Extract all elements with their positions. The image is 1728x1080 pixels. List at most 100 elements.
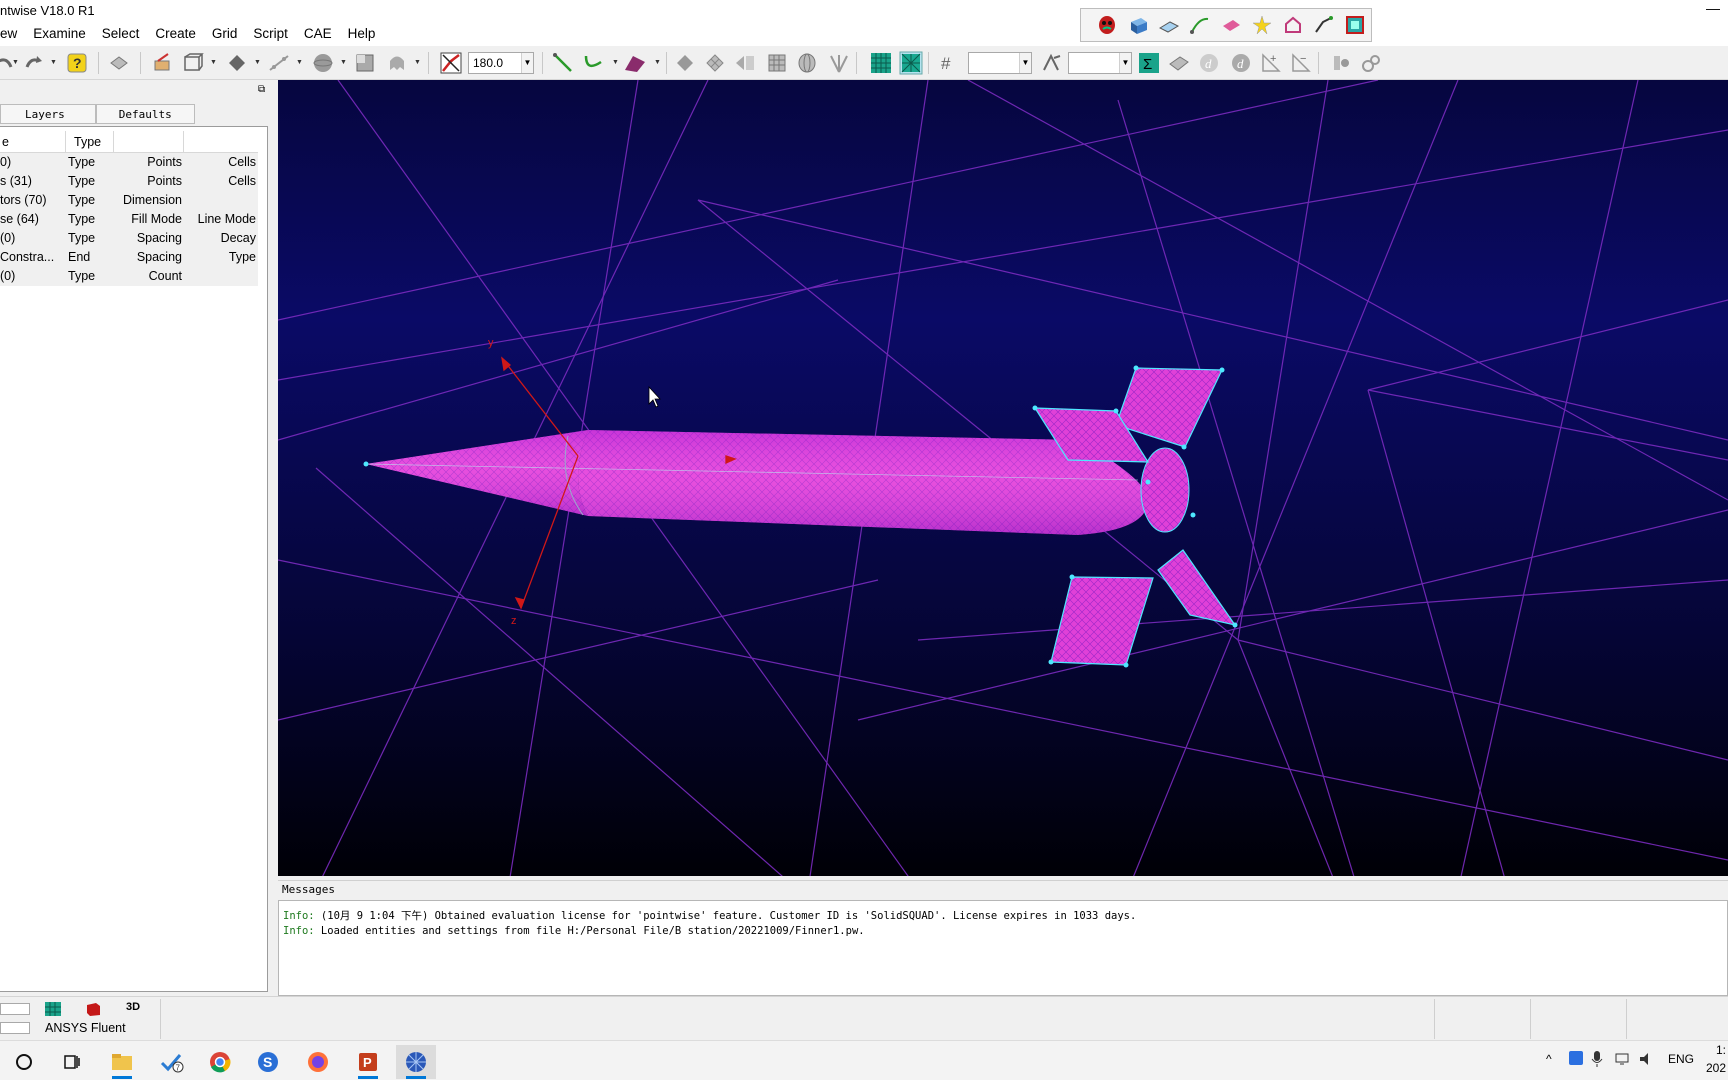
probe-icon[interactable]: [1328, 50, 1354, 76]
spacing-combo[interactable]: ▼: [1068, 52, 1132, 74]
angle-combo[interactable]: 180.0 ▼: [468, 52, 534, 74]
column-4-header[interactable]: [184, 131, 258, 153]
dimension-3d-label[interactable]: 3D: [126, 1001, 144, 1017]
menu-examine[interactable]: Examine: [25, 22, 94, 46]
sphere-dropdown-icon[interactable]: ▼: [340, 59, 347, 66]
network-icon[interactable]: [1614, 1051, 1630, 1070]
volume-icon[interactable]: [1638, 1051, 1654, 1070]
menu-create[interactable]: Create: [147, 22, 204, 46]
clock-date[interactable]: 202: [1706, 1061, 1726, 1075]
help-icon[interactable]: ?: [64, 50, 90, 76]
restore-panel-icon[interactable]: ⧉: [258, 84, 270, 96]
start-search-icon[interactable]: [4, 1045, 44, 1079]
spacing-icon[interactable]: [1038, 50, 1064, 76]
menu-cae[interactable]: CAE: [296, 22, 340, 46]
sogou-icon[interactable]: S: [248, 1045, 288, 1079]
italic-d-alt-icon[interactable]: d: [1228, 50, 1254, 76]
database-icon[interactable]: [1217, 12, 1244, 38]
cylinder-icon[interactable]: [794, 50, 820, 76]
tab-layers[interactable]: Layers: [0, 104, 96, 124]
add-point-icon[interactable]: +: [1258, 50, 1284, 76]
menu-help[interactable]: Help: [340, 22, 384, 46]
list-row-connectors[interactable]: tors (70) Type Dimension: [0, 191, 258, 210]
powerpoint-icon[interactable]: P: [348, 1045, 388, 1079]
list-row-domains[interactable]: s (31) Type Points Cells: [0, 172, 258, 191]
pointwise-taskbar-icon[interactable]: [396, 1045, 436, 1079]
block-grid-icon[interactable]: [764, 50, 790, 76]
rotate-view-icon[interactable]: [438, 50, 464, 76]
list-row-points[interactable]: (0) Type Count: [0, 267, 258, 286]
task-view-icon[interactable]: [52, 1045, 92, 1079]
firefox-icon[interactable]: [298, 1045, 338, 1079]
remove-point-icon[interactable]: −: [1288, 50, 1314, 76]
spotlight-icon[interactable]: [1248, 12, 1275, 38]
curve-dropdown-icon[interactable]: ▼: [612, 59, 619, 66]
solver-status-icon[interactable]: [84, 1001, 102, 1017]
source-icon[interactable]: [1279, 12, 1306, 38]
tray-app-icon[interactable]: [1568, 1050, 1584, 1069]
menu-select[interactable]: Select: [94, 22, 148, 46]
file-explorer-icon[interactable]: [102, 1045, 142, 1079]
minimize-button[interactable]: —: [1706, 0, 1720, 16]
dimension-combo[interactable]: ▼: [968, 52, 1032, 74]
messages-log[interactable]: Info: (10月 9 1:04 下午) Obtained evaluatio…: [278, 900, 1728, 996]
shading-dropdown-icon[interactable]: ▼: [254, 59, 261, 66]
undo-dropdown-icon[interactable]: ▼: [12, 59, 19, 66]
line-style-dropdown-icon[interactable]: ▼: [296, 59, 303, 66]
mirror-icon[interactable]: [732, 50, 758, 76]
structured-grid-icon[interactable]: [868, 50, 894, 76]
ghost-dropdown-icon[interactable]: ▼: [414, 59, 421, 66]
list-row-database[interactable]: se (64) Type Fill Mode Line Mode: [0, 210, 258, 229]
redo-dropdown-icon[interactable]: ▼: [50, 59, 57, 66]
domain-icon[interactable]: [1155, 12, 1182, 38]
grid-status-icon[interactable]: [44, 1001, 62, 1017]
measure-icon[interactable]: [1358, 50, 1384, 76]
surface-dropdown-icon[interactable]: ▼: [654, 59, 661, 66]
paint-icon[interactable]: [150, 50, 176, 76]
display-style-dropdown-icon[interactable]: ▼: [210, 59, 217, 66]
list-row-sources[interactable]: (0) Type Spacing Decay: [0, 229, 258, 248]
clock-time[interactable]: 1:: [1716, 1043, 1726, 1057]
sigma-icon[interactable]: Σ: [1136, 50, 1162, 76]
tab-defaults[interactable]: Defaults: [95, 104, 195, 124]
block-icon[interactable]: [1124, 12, 1151, 38]
italic-d-icon[interactable]: d: [1196, 50, 1222, 76]
angle-dropdown-icon[interactable]: ▼: [521, 53, 533, 73]
mask-icon[interactable]: [1093, 12, 1120, 38]
display-style-icon[interactable]: [180, 50, 206, 76]
tray-overflow-icon[interactable]: ^: [1546, 1052, 1552, 1066]
column-type-header[interactable]: Type: [66, 131, 114, 153]
grid-diamond-icon[interactable]: [702, 50, 728, 76]
menu-view[interactable]: ew: [0, 22, 25, 46]
menu-script[interactable]: Script: [245, 22, 296, 46]
layer-icon[interactable]: [106, 50, 132, 76]
shading-icon[interactable]: [224, 50, 250, 76]
input-language[interactable]: ENG: [1668, 1052, 1694, 1066]
create-curve-icon[interactable]: [580, 50, 606, 76]
microphone-icon[interactable]: [1590, 1050, 1604, 1071]
ghost-icon[interactable]: [384, 50, 410, 76]
column-name-header[interactable]: e: [0, 131, 66, 153]
cube-face-icon[interactable]: [352, 50, 378, 76]
solve-icon[interactable]: [1166, 50, 1192, 76]
transform-icon[interactable]: [1341, 12, 1368, 38]
graphics-viewport[interactable]: y z: [278, 80, 1728, 876]
spacing-dropdown-icon[interactable]: ▼: [1119, 53, 1131, 73]
unstructured-grid-icon[interactable]: [898, 50, 924, 76]
sphere-icon[interactable]: [310, 50, 336, 76]
create-line-icon[interactable]: [550, 50, 576, 76]
diamond-icon[interactable]: [672, 50, 698, 76]
chrome-icon[interactable]: [200, 1045, 240, 1079]
line-style-icon[interactable]: [266, 50, 292, 76]
fan-icon[interactable]: [826, 50, 852, 76]
edit-curve-icon[interactable]: [1310, 12, 1337, 38]
list-row-constraints[interactable]: Constra... End Spacing Type: [0, 248, 258, 267]
dimension-dropdown-icon[interactable]: ▼: [1019, 53, 1031, 73]
menu-grid[interactable]: Grid: [204, 22, 246, 46]
connector-icon[interactable]: [1186, 12, 1213, 38]
create-surface-icon[interactable]: [622, 50, 648, 76]
list-row-blocks[interactable]: 0) Type Points Cells: [0, 153, 258, 172]
todo-app-icon[interactable]: 7: [152, 1045, 192, 1079]
redo-icon[interactable]: [20, 50, 46, 76]
hash-icon[interactable]: #: [936, 50, 962, 76]
